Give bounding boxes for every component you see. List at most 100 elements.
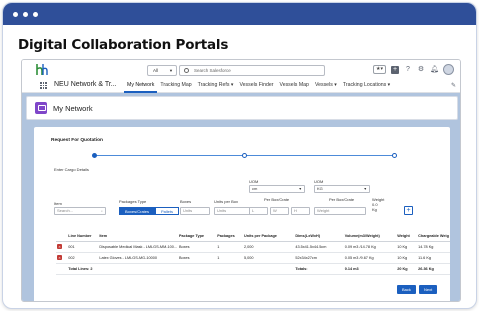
progress-step-3 — [392, 153, 397, 158]
packages-type-label: Packages Type — [119, 199, 147, 204]
totals-label: Totals: — [294, 263, 344, 275]
table-row: × 002 Latex Gloves - LMLGS-MG-10000 Boxe… — [56, 252, 450, 264]
column-header: Item — [98, 232, 178, 242]
chevron-down-icon: ▼ — [363, 187, 367, 191]
edit-nav-icon[interactable]: ✎ — [451, 82, 456, 89]
global-actions-icon[interactable]: + — [391, 65, 399, 74]
item-search-input[interactable]: Search... ⌕ — [54, 207, 106, 215]
nav-tab-vessels-finder[interactable]: Vessels Finder — [236, 79, 276, 93]
total-volume: 0.14 m3 — [343, 263, 397, 275]
table-row: × 001 Disposable Medical Mask - LMLGS-MM… — [56, 241, 450, 253]
line-item: Latex Gloves - LMLGS-MG-10000 — [98, 252, 178, 264]
total-chargeable-weight: 26.36 Kg — [417, 263, 450, 275]
window-dot-icon — [33, 11, 38, 17]
totals-row: Total Lines: 2 Totals: 0.14 m3 20 Kg 26.… — [56, 263, 450, 275]
line-volume: 0.09 m3 /14.78 Kg — [343, 241, 397, 253]
line-dims: 52x34x27cm — [294, 252, 344, 264]
line-chargeable-weight: 14.78 Kg — [417, 241, 450, 253]
page-body: My Network Request For Quotation Enter C… — [22, 93, 460, 301]
search-icon: ⌕ — [101, 209, 103, 213]
nav-tab-vessels-map[interactable]: Vessels Map — [277, 79, 312, 93]
nav-tab-tracking-refs[interactable]: Tracking Refs ▾ — [195, 79, 237, 93]
item-search-placeholder: Search... — [57, 208, 74, 213]
column-header: Package Type — [178, 232, 217, 242]
line-packages: 1 — [216, 252, 243, 264]
rfq-title: Request For Quotation — [51, 138, 103, 143]
units-placeholder: Units — [183, 208, 193, 213]
column-header — [56, 232, 68, 242]
global-header: All ▼ Search Salesforce ★▾ + ? ⚙ 🔔︎ — [22, 60, 460, 79]
search-scope-value: All — [153, 68, 159, 73]
length-input[interactable]: L — [249, 207, 268, 215]
line-units-per-package: 2,000 — [243, 241, 295, 253]
total-lines: Total Lines: 2 — [67, 263, 295, 275]
weight-placeholder: Weight — [317, 208, 330, 213]
favorites-button[interactable]: ★▾ — [373, 65, 386, 74]
line-package-type: Boxes — [178, 252, 217, 264]
per-box-dims-label: Per Box/Crate — [264, 197, 290, 202]
boxes-label: Boxes — [180, 199, 192, 204]
packages-type-toggle: Boxes/Crates Pallets — [119, 207, 180, 215]
column-header: Line Number — [67, 232, 99, 242]
add-line-button[interactable]: + — [404, 206, 413, 215]
notification-bell-icon[interactable]: 🔔︎ — [430, 66, 439, 74]
units-input[interactable]: Units — [180, 207, 210, 215]
page-header: My Network — [26, 96, 458, 120]
uom-dims-select[interactable]: cm ▼ — [249, 185, 305, 193]
search-scope-select[interactable]: All ▼ — [147, 65, 177, 76]
width-placeholder: W — [273, 208, 277, 213]
line-packages: 1 — [216, 241, 243, 253]
line-chargeable-weight: 11.6 Kg — [417, 252, 450, 264]
height-input[interactable]: H — [291, 207, 310, 215]
column-header: Units per Package — [243, 232, 295, 242]
nav-tab-tracking-map[interactable]: Tracking Map — [157, 79, 194, 93]
uom-weight-select[interactable]: KG ▼ — [314, 185, 370, 193]
search-icon — [184, 68, 189, 73]
progress-step-2 — [242, 153, 247, 158]
pallets-option[interactable]: Pallets — [155, 207, 180, 215]
line-units-per-package: 5,000 — [243, 252, 295, 264]
weight-input[interactable]: Weight — [314, 207, 366, 215]
column-header: Packages — [216, 232, 243, 242]
window-dot-icon — [13, 11, 18, 17]
height-placeholder: H — [294, 208, 297, 213]
item-label: Item — [54, 201, 62, 206]
nav-tab-tracking-locations[interactable]: Tracking Locations ▾ — [340, 79, 393, 93]
network-icon — [35, 102, 47, 114]
delete-line-button[interactable]: × — [57, 244, 62, 249]
chevron-down-icon: ▼ — [169, 68, 173, 73]
uom-label-weight: UOM — [314, 179, 324, 184]
width-input[interactable]: W — [270, 207, 289, 215]
progress-step-1 — [92, 153, 97, 158]
line-dims: 43.5x41.5x44.5cm — [294, 241, 344, 253]
page-heading: Digital Collaboration Portals — [18, 37, 229, 53]
rfq-panel: Request For Quotation Enter Cargo Detail… — [34, 127, 450, 301]
nav-tab-my-network[interactable]: My Network — [124, 79, 158, 93]
nav-tab-vessels[interactable]: Vessels ▾ — [312, 79, 340, 93]
column-header: Dims(LxWxH) — [294, 232, 344, 242]
salesforce-window: All ▼ Search Salesforce ★▾ + ? ⚙ 🔔︎ NEU … — [21, 59, 461, 302]
user-avatar[interactable] — [443, 64, 454, 75]
company-logo-icon — [36, 64, 48, 75]
global-search-input[interactable]: Search Salesforce — [179, 65, 325, 76]
app-launcher-icon[interactable] — [40, 82, 47, 89]
column-header: Weight — [396, 232, 418, 242]
help-icon[interactable]: ? — [404, 66, 412, 74]
per-box-weight-label: Per Box/Crate — [329, 197, 355, 202]
table-header-row: Line Number Item Package Type Packages U… — [56, 232, 450, 242]
back-button[interactable]: Back — [397, 285, 416, 294]
gear-icon[interactable]: ⚙ — [417, 66, 425, 74]
app-name: NEU Network & Tr... — [54, 81, 117, 88]
delete-line-button[interactable]: × — [57, 255, 62, 260]
chevron-down-icon: ▼ — [298, 187, 302, 191]
uom-dims-value: cm — [252, 186, 258, 191]
line-number: 001 — [67, 241, 99, 253]
app-navigation: NEU Network & Tr... My Network Tracking … — [22, 79, 460, 93]
search-placeholder: Search Salesforce — [194, 68, 231, 73]
line-weight: 10 Kg — [396, 252, 418, 264]
boxes-crates-option[interactable]: Boxes/Crates — [119, 207, 156, 215]
line-weight: 10 Kg — [396, 241, 418, 253]
length-placeholder: L — [252, 208, 255, 213]
next-button[interactable]: Next — [419, 285, 438, 294]
window-titlebar — [3, 3, 476, 25]
